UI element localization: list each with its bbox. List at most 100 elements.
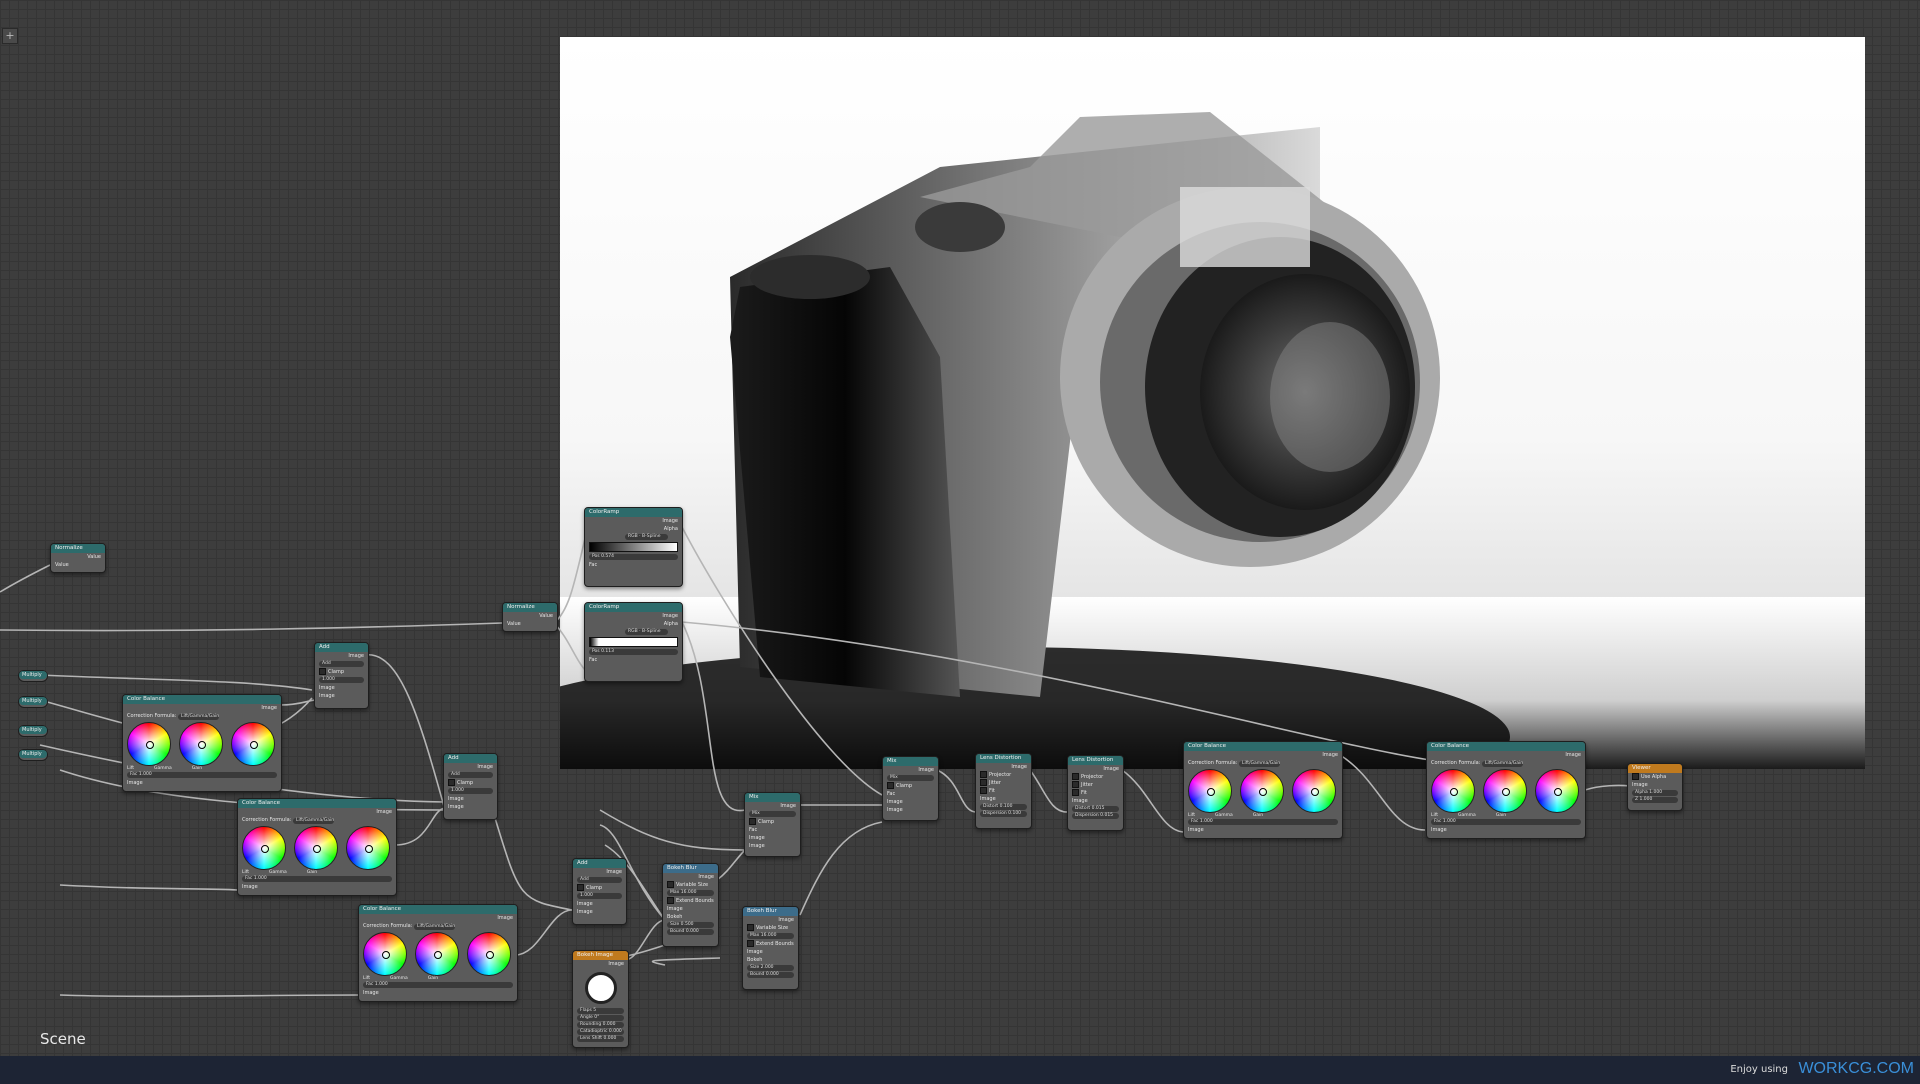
fac-field[interactable]: Fac 1.000 [242,876,392,882]
angle-field[interactable]: Angle 0° [577,1015,624,1021]
color-balance-node-4[interactable]: Color Balance Image Correction Formula: … [1183,741,1343,839]
extend-bounds-checkbox[interactable]: Extend Bounds [663,897,718,905]
color-balance-node-3[interactable]: Color Balance Image Correction Formula: … [358,904,518,1002]
normalize-node-2[interactable]: Normalize Value Value [502,602,558,632]
bounding-field[interactable]: Bound 0.000 [747,972,794,978]
catadioptric-field[interactable]: Catadioptric 0.000 [577,1029,624,1035]
gamma-wheel[interactable] [294,826,338,870]
pos-field[interactable]: Pos 0.113 [589,649,678,655]
bounding-field[interactable]: Bound 0.000 [667,929,714,935]
size-field[interactable]: Size 0.500 [667,922,714,928]
fit-checkbox[interactable]: Fit [1068,789,1123,797]
size-field[interactable]: Size 2.000 [747,965,794,971]
alpha-field[interactable]: Alpha 1.000 [1632,790,1678,796]
pos-field[interactable]: Pos 0.574 [589,554,678,560]
max-blur-field[interactable]: Max 16.000 [667,890,714,896]
clamp-checkbox[interactable]: Clamp [444,779,497,787]
color-ramp-bar[interactable] [589,542,678,552]
lift-wheel[interactable] [1188,769,1232,813]
colorramp-node-1[interactable]: ColorRamp Image Alpha RGB · B-Spline Pos… [584,507,683,587]
interpolation-select[interactable]: RGB · B-Spline [625,629,668,635]
gain-wheel[interactable] [231,722,275,766]
color-ramp-bar[interactable] [589,637,678,647]
max-blur-field[interactable]: Max 16.000 [747,933,794,939]
formula-select[interactable]: Lift/Gamma/Gain [413,924,456,930]
blend-mode-select[interactable]: Add [577,877,622,883]
gamma-wheel[interactable] [1240,769,1284,813]
mix-node-1[interactable]: Mix Image Mix Clamp Fac Image Image [744,792,801,857]
fac-field[interactable]: 1.000 [448,788,493,794]
fac-field[interactable]: Fac 1.000 [1431,819,1581,825]
colorramp-node-2[interactable]: ColorRamp Image Alpha RGB · B-Spline Pos… [584,602,683,682]
gamma-wheel[interactable] [179,722,223,766]
gain-wheel[interactable] [346,826,390,870]
multiply-node-4[interactable]: Multiply [18,749,48,761]
fit-checkbox[interactable]: Fit [976,787,1031,795]
lift-wheel[interactable] [1431,769,1475,813]
jitter-checkbox[interactable]: Jitter [976,779,1031,787]
fac-field[interactable]: Fac 1.000 [363,982,513,988]
flaps-field[interactable]: Flaps 5 [577,1008,624,1014]
clamp-checkbox[interactable]: Clamp [883,782,938,790]
lens-shift-field[interactable]: Lens Shift 0.000 [577,1036,624,1042]
interpolation-select[interactable]: RGB · B-Spline [625,534,668,540]
blend-mode-select[interactable]: Mix [749,811,796,817]
lens-distortion-node-1[interactable]: Lens Distortion Image Projector Jitter F… [975,753,1032,829]
value-output: Value [87,554,101,560]
variable-size-checkbox[interactable]: Variable Size [743,924,798,932]
z-field[interactable]: Z 1.000 [1632,797,1678,803]
color-balance-node-5[interactable]: Color Balance Image Correction Formula: … [1426,741,1586,839]
bokeh-blur-node-1[interactable]: Bokeh Blur Image Variable Size Max 16.00… [662,863,719,947]
blend-mode-select[interactable]: Mix [887,775,934,781]
gamma-wheel[interactable] [1483,769,1527,813]
add-node-2[interactable]: Add Image Add Clamp 1.000 Image Image [443,753,498,820]
lift-wheel[interactable] [242,826,286,870]
formula-select[interactable]: Lift/Gamma/Gain [1481,761,1524,767]
dispersion-field[interactable]: Dispersion 0.015 [1072,813,1119,819]
brand-link[interactable]: WORKCG.COM [1798,1060,1914,1078]
lift-wheel[interactable] [127,722,171,766]
blend-mode-select[interactable]: Add [319,661,364,667]
bokeh-blur-node-2[interactable]: Bokeh Blur Image Variable Size Max 16.00… [742,906,799,990]
multiply-node-1[interactable]: Multiply [18,670,48,682]
distort-field[interactable]: Distort 0.015 [1072,806,1119,812]
add-node-3[interactable]: Add Image Add Clamp 1.000 Image Image [572,858,627,925]
gamma-wheel[interactable] [415,932,459,976]
gain-wheel[interactable] [1292,769,1336,813]
clamp-checkbox[interactable]: Clamp [745,818,800,826]
dispersion-field[interactable]: Dispersion 0.100 [980,811,1027,817]
gain-wheel[interactable] [467,932,511,976]
viewer-node[interactable]: Viewer Use Alpha Image Alpha 1.000 Z 1.0… [1627,763,1683,811]
projector-checkbox[interactable]: Projector [1068,773,1123,781]
variable-size-checkbox[interactable]: Variable Size [663,881,718,889]
add-node-button[interactable]: + [2,28,18,44]
normalize-node-1[interactable]: Normalize Value Value [50,543,106,573]
node-title: Mix [883,757,938,766]
clamp-checkbox[interactable]: Clamp [573,884,626,892]
bokeh-image-node[interactable]: Bokeh Image Image Flaps 5 Angle 0° Round… [572,950,629,1048]
blend-mode-select[interactable]: Add [448,772,493,778]
mix-node-2[interactable]: Mix Image Mix Clamp Fac Image Image [882,756,939,821]
fac-field[interactable]: 1.000 [577,893,622,899]
projector-checkbox[interactable]: Projector [976,771,1031,779]
gain-wheel[interactable] [1535,769,1579,813]
fac-field[interactable]: 1.000 [319,677,364,683]
extend-bounds-checkbox[interactable]: Extend Bounds [743,940,798,948]
fac-field[interactable]: Fac 1.000 [127,772,277,778]
color-balance-node-1[interactable]: Color Balance Image Correction Formula: … [122,694,282,792]
rounding-field[interactable]: Rounding 0.000 [577,1022,624,1028]
formula-select[interactable]: Lift/Gamma/Gain [177,714,220,720]
lens-distortion-node-2[interactable]: Lens Distortion Image Projector Jitter F… [1067,755,1124,831]
formula-select[interactable]: Lift/Gamma/Gain [1238,761,1281,767]
color-balance-node-2[interactable]: Color Balance Image Correction Formula: … [237,798,397,896]
multiply-node-2[interactable]: Multiply [18,696,48,708]
lift-wheel[interactable] [363,932,407,976]
formula-select[interactable]: Lift/Gamma/Gain [292,818,335,824]
jitter-checkbox[interactable]: Jitter [1068,781,1123,789]
multiply-node-3[interactable]: Multiply [18,725,48,737]
use-alpha-checkbox[interactable]: Use Alpha [1628,773,1682,781]
clamp-checkbox[interactable]: Clamp [315,668,368,676]
distort-field[interactable]: Distort 0.100 [980,804,1027,810]
add-node-1[interactable]: Add Image Add Clamp 1.000 Image Image [314,642,369,709]
fac-field[interactable]: Fac 1.000 [1188,819,1338,825]
